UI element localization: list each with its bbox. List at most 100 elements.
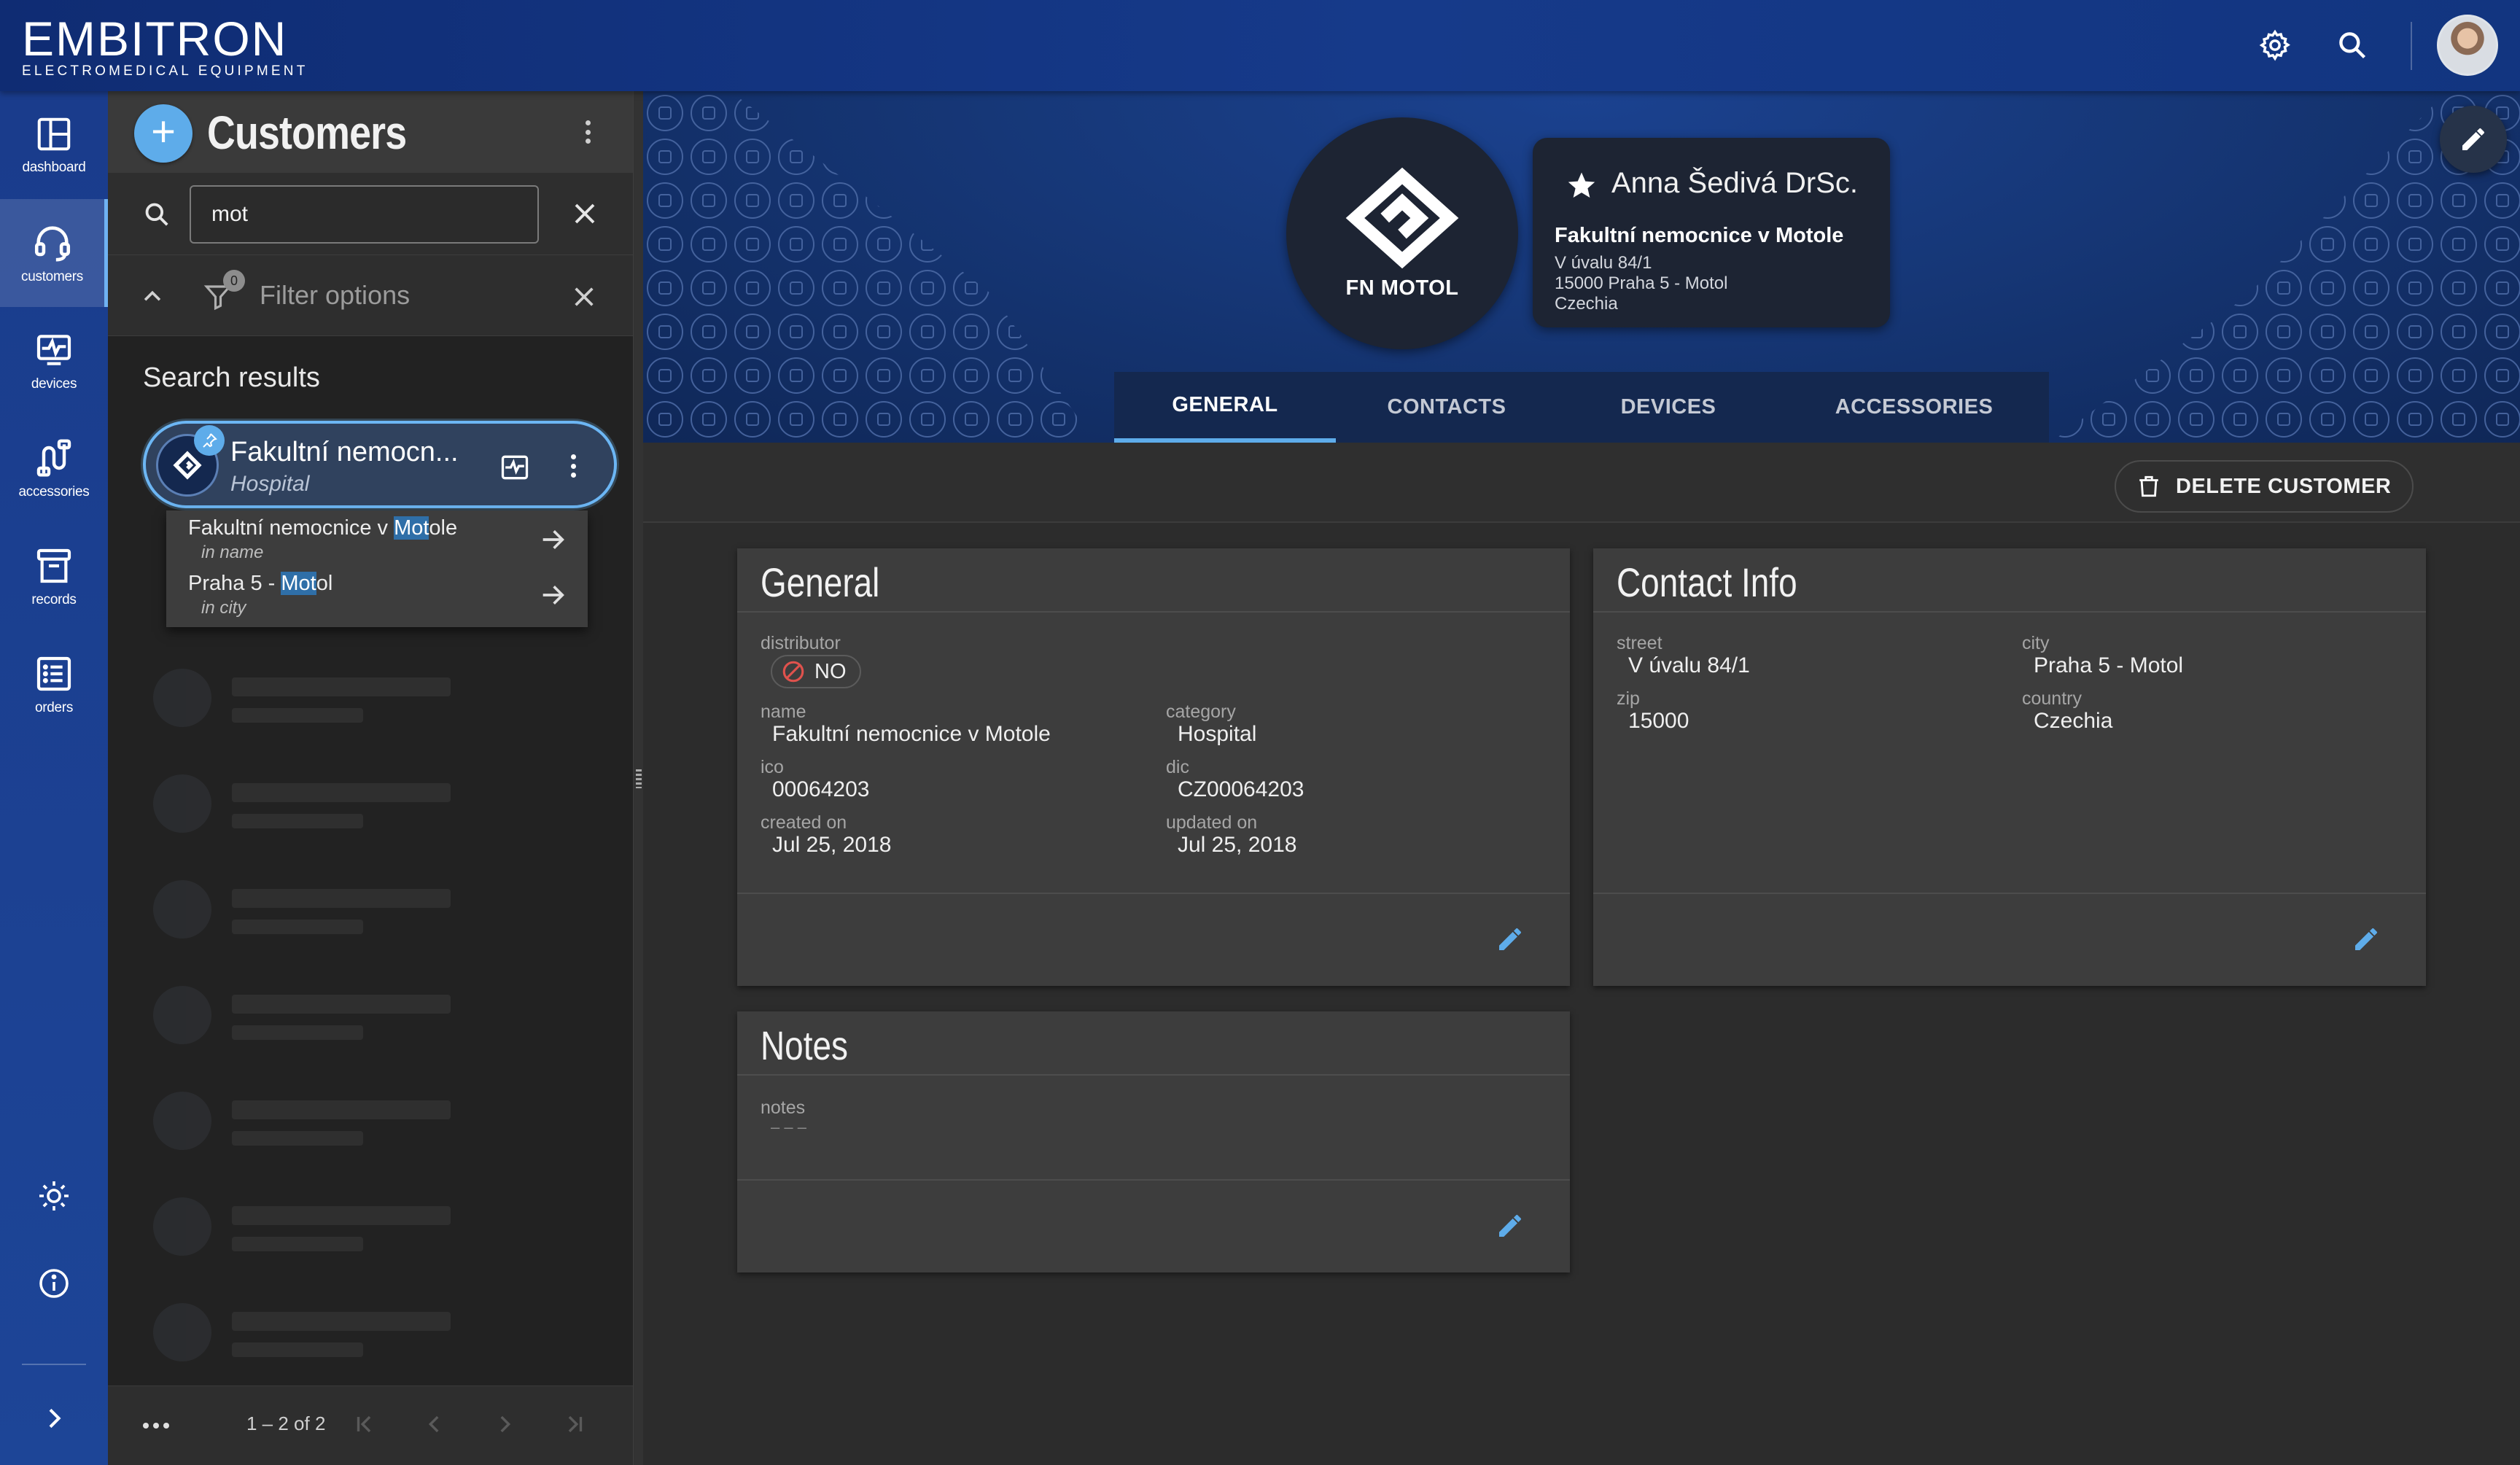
fn-motol-logo-icon xyxy=(1345,167,1459,268)
dimmed-list-item xyxy=(108,1174,633,1276)
customers-panel: + Customers mot 0 Filter options Search … xyxy=(108,91,633,1386)
search-button[interactable] xyxy=(2330,23,2374,67)
gear-icon xyxy=(2259,29,2290,61)
toolbar-divider xyxy=(2411,22,2412,70)
contact-person: Anna Šedivá DrSc. xyxy=(1611,167,1858,199)
suggestion-item[interactable]: Praha 5 - Motol in city xyxy=(166,566,588,621)
distributor-value: NO xyxy=(814,659,847,683)
info-icon xyxy=(39,1269,69,1298)
search-results-title: Search results xyxy=(143,362,320,393)
notes-label: notes xyxy=(761,1097,806,1118)
card-footer xyxy=(1593,893,2426,986)
brand-name: EMBITRON xyxy=(22,12,288,66)
customer-summary-card: Anna Šedivá DrSc. Fakultní nemocnice v M… xyxy=(1533,138,1890,327)
result-more-button[interactable] xyxy=(569,454,578,478)
rail-item-accessories[interactable]: accessories xyxy=(0,415,108,523)
theme-toggle-button[interactable] xyxy=(0,1159,108,1232)
pin-button[interactable] xyxy=(194,425,225,456)
tab-devices[interactable]: DEVICES xyxy=(1558,372,1779,443)
brand-subtitle: ELECTROMEDICAL EQUIPMENT xyxy=(22,63,308,79)
search-icon xyxy=(2339,32,2366,59)
settings-button[interactable] xyxy=(2253,23,2297,67)
tab-contacts[interactable]: CONTACTS xyxy=(1336,372,1558,443)
rail-item-records[interactable]: records xyxy=(0,523,108,631)
rail-item-devices[interactable]: devices xyxy=(0,307,108,415)
logo-text: FN MOTOL xyxy=(1345,276,1459,300)
rail-label-devices: devices xyxy=(31,376,77,392)
name-label: name xyxy=(761,702,806,722)
notes-value: – – – xyxy=(771,1118,806,1136)
card-header: General xyxy=(737,548,1570,613)
first-page-button[interactable] xyxy=(349,1408,381,1440)
city-label: city xyxy=(2022,633,2050,653)
city-value: Praha 5 - Motol xyxy=(2034,653,2184,677)
rail-label-customers: customers xyxy=(21,269,83,284)
edit-general-button[interactable] xyxy=(1493,922,1528,957)
updated-on-value: Jul 25, 2018 xyxy=(1178,833,1297,857)
actions-bar: DELETE CUSTOMER xyxy=(643,443,2520,523)
edit-notes-button[interactable] xyxy=(1493,1208,1528,1243)
organization-name: Fakultní nemocnice v Motole xyxy=(1555,224,1844,247)
distributor-chip: NO xyxy=(771,655,861,688)
dashboard-icon xyxy=(37,117,71,151)
first-page-icon xyxy=(357,1415,371,1433)
delete-customer-button[interactable]: DELETE CUSTOMER xyxy=(2115,460,2414,513)
dic-label: dic xyxy=(1166,757,1189,777)
fn-motol-logo-icon xyxy=(173,451,202,480)
name-value: Fakultní nemocnice v Motole xyxy=(772,722,1051,746)
updated-on-label: updated on xyxy=(1166,812,1258,833)
customer-tabs: GENERAL CONTACTS DEVICES ACCESSORIES xyxy=(1114,372,2049,443)
tab-accessories[interactable]: ACCESSORIES xyxy=(1779,372,2049,443)
nav-rail: dashboard customers devices accessories … xyxy=(0,91,108,1465)
rail-item-orders[interactable]: orders xyxy=(0,631,108,739)
street-label: street xyxy=(1617,633,1662,653)
clear-filter-icon[interactable] xyxy=(572,284,596,309)
zip-label: zip xyxy=(1617,688,1640,709)
tab-general[interactable]: GENERAL xyxy=(1114,372,1336,443)
clear-search-icon[interactable] xyxy=(572,201,598,227)
card-footer xyxy=(737,893,1570,986)
search-result-card[interactable]: Fakultní nemocn... Hospital xyxy=(143,421,617,508)
expand-rail-button[interactable] xyxy=(0,1378,108,1458)
card-title: Notes xyxy=(761,1022,848,1068)
country-label: country xyxy=(2022,688,2082,709)
panel-resize-handle[interactable] xyxy=(633,91,643,1465)
paginator: 1 – 2 of 2 xyxy=(108,1386,633,1465)
created-on-value: Jul 25, 2018 xyxy=(772,833,892,857)
category-value: Hospital xyxy=(1178,722,1257,746)
star-icon[interactable] xyxy=(1566,170,1597,201)
rail-label-accessories: accessories xyxy=(18,484,90,500)
search-suggestions: Fakultní nemocnice v Motole in name Prah… xyxy=(166,510,588,627)
brand-logo[interactable]: EMBITRON ELECTROMEDICAL EQUIPMENT xyxy=(22,12,308,80)
panel-more-button[interactable] xyxy=(583,120,592,144)
compare-icon[interactable] xyxy=(499,451,531,483)
card-footer xyxy=(737,1179,1570,1272)
next-page-button[interactable] xyxy=(489,1408,521,1440)
customer-hero: FN MOTOL Anna Šedivá DrSc. Fakultní nemo… xyxy=(643,91,2520,443)
chevron-up-icon[interactable] xyxy=(140,284,165,309)
expand-icon xyxy=(49,1408,61,1429)
edit-customer-button[interactable] xyxy=(2440,106,2507,173)
add-customer-button[interactable]: + xyxy=(134,104,192,163)
prev-page-button[interactable] xyxy=(419,1408,451,1440)
edit-contact-button[interactable] xyxy=(2349,922,2384,957)
rail-item-customers[interactable]: customers xyxy=(0,199,108,307)
brightness-icon xyxy=(39,1181,69,1211)
pencil-icon xyxy=(2462,128,2484,150)
address-line: Czechia xyxy=(1555,294,1618,314)
rail-item-dashboard[interactable]: dashboard xyxy=(0,91,108,199)
match-highlight: Mot xyxy=(394,516,429,540)
user-avatar[interactable] xyxy=(2437,15,2498,76)
info-button[interactable] xyxy=(0,1247,108,1320)
paginator-more-button[interactable] xyxy=(143,1423,169,1429)
suggestion-item[interactable]: Fakultní nemocnice v Motole in name xyxy=(166,510,588,566)
filter-row[interactable]: 0 Filter options xyxy=(108,254,633,336)
last-page-button[interactable] xyxy=(559,1408,591,1440)
notes-card: Notes notes – – – xyxy=(737,1011,1570,1272)
zip-value: 15000 xyxy=(1628,709,1689,733)
result-name: Fakultní nemocn... xyxy=(230,437,459,467)
card-header: Contact Info xyxy=(1593,548,2426,613)
search-input[interactable]: mot xyxy=(190,185,539,244)
delete-customer-label: DELETE CUSTOMER xyxy=(2176,474,2392,498)
card-title: General xyxy=(761,559,880,605)
